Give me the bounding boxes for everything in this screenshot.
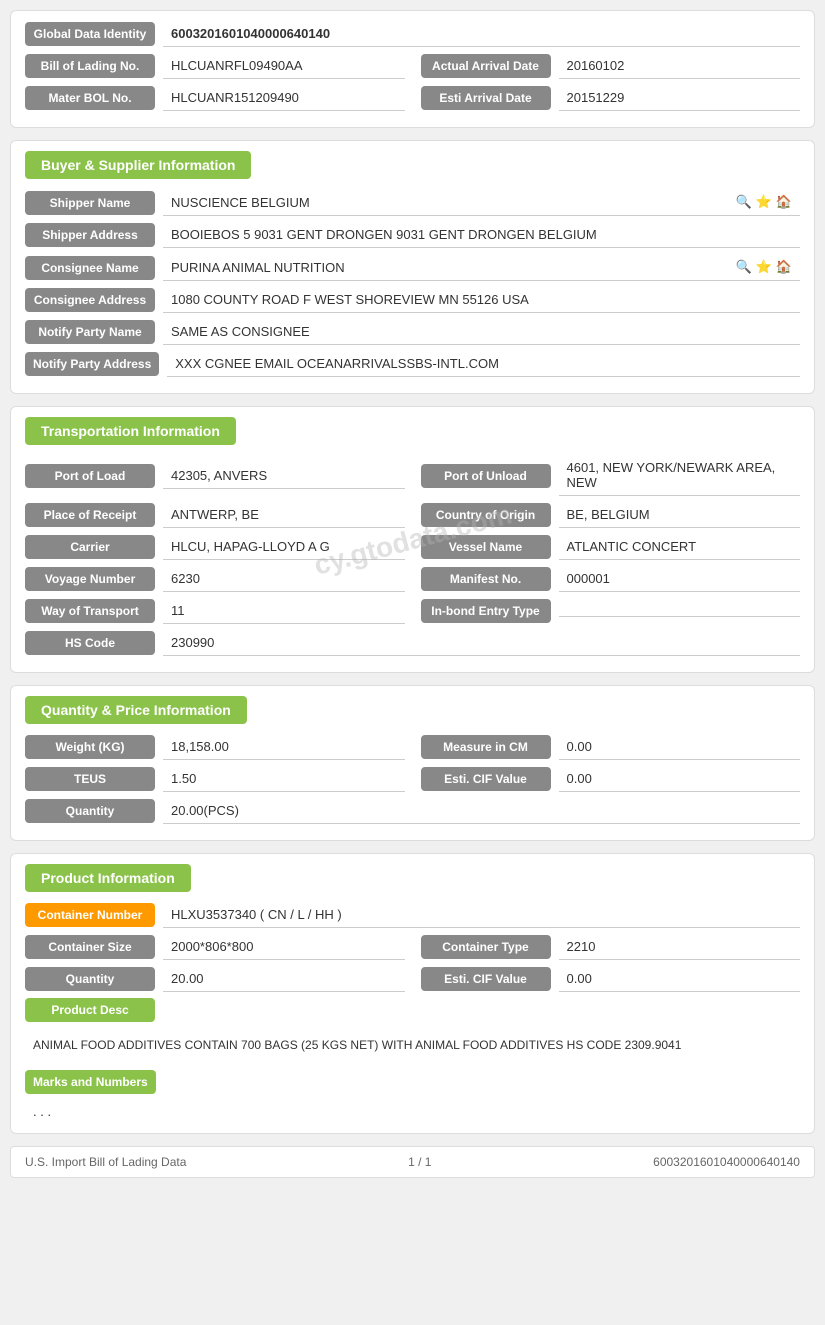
consignee-address-label: Consignee Address	[25, 288, 155, 312]
consignee-icons: 🔍 ⭐ 🏠	[735, 259, 792, 275]
bill-of-lading-label: Bill of Lading No.	[25, 54, 155, 78]
container-type-value: 2210	[559, 934, 801, 960]
footer-right: 6003201601040000640140	[653, 1155, 800, 1169]
marks-numbers-label: Marks and Numbers	[25, 1070, 156, 1094]
measure-label: Measure in CM	[421, 735, 551, 759]
country-of-origin-value: BE, BELGIUM	[559, 502, 801, 528]
country-of-origin-label: Country of Origin	[421, 503, 551, 527]
port-of-load-label: Port of Load	[25, 464, 155, 488]
container-type-label: Container Type	[421, 935, 551, 959]
global-data-identity-value: 6003201601040000640140	[163, 21, 800, 47]
consignee-name-label: Consignee Name	[25, 256, 155, 280]
home-icon[interactable]: 🏠	[776, 194, 792, 210]
notify-party-address-value: XXX CGNEE EMAIL OCEANARRIVALSSBS-INTL.CO…	[167, 351, 800, 377]
search-icon[interactable]: 🔍	[735, 194, 751, 210]
carrier-value: HLCU, HAPAG-LLOYD A G	[163, 534, 405, 560]
consignee-name-text: PURINA ANIMAL NUTRITION	[171, 260, 345, 275]
consignee-address-value: 1080 COUNTY ROAD F WEST SHOREVIEW MN 551…	[163, 287, 800, 313]
esti-cif-qp-label: Esti. CIF Value	[421, 767, 551, 791]
quantity-price-section: Quantity & Price Information	[25, 696, 247, 724]
container-size-value: 2000*806*800	[163, 934, 405, 960]
vessel-name-value: ATLANTIC CONCERT	[559, 534, 801, 560]
footer-left: U.S. Import Bill of Lading Data	[25, 1155, 186, 1169]
port-of-unload-label: Port of Unload	[421, 464, 551, 488]
teus-label: TEUS	[25, 767, 155, 791]
hs-code-value: 230990	[163, 630, 800, 656]
container-number-label: Container Number	[25, 903, 155, 927]
esti-arrival-label: Esti Arrival Date	[421, 86, 551, 110]
footer-center: 1 / 1	[408, 1155, 431, 1169]
buyer-supplier-section: Buyer & Supplier Information	[25, 151, 251, 179]
quantity-qp-value: 20.00(PCS)	[163, 798, 800, 824]
esti-cif-prod-label: Esti. CIF Value	[421, 967, 551, 991]
product-desc-label: Product Desc	[25, 998, 155, 1022]
consignee-name-value: PURINA ANIMAL NUTRITION 🔍 ⭐ 🏠	[163, 254, 800, 281]
place-of-receipt-label: Place of Receipt	[25, 503, 155, 527]
actual-arrival-date-label: Actual Arrival Date	[421, 54, 551, 78]
hs-code-label: HS Code	[25, 631, 155, 655]
shipper-name-text: NUSCIENCE BELGIUM	[171, 195, 310, 210]
consignee-home-icon[interactable]: 🏠	[776, 259, 792, 275]
voyage-number-label: Voyage Number	[25, 567, 155, 591]
notify-party-name-label: Notify Party Name	[25, 320, 155, 344]
quantity-prod-label: Quantity	[25, 967, 155, 991]
port-of-unload-value: 4601, NEW YORK/NEWARK AREA, NEW	[559, 455, 801, 496]
shipper-name-label: Shipper Name	[25, 191, 155, 215]
transportation-section: Transportation Information	[25, 417, 236, 445]
notify-party-address-label: Notify Party Address	[25, 352, 159, 376]
esti-arrival-value: 20151229	[559, 85, 801, 111]
global-data-identity-label: Global Data Identity	[25, 22, 155, 46]
container-size-label: Container Size	[25, 935, 155, 959]
voyage-number-value: 6230	[163, 566, 405, 592]
shipper-address-value: BOOIEBOS 5 9031 GENT DRONGEN 9031 GENT D…	[163, 222, 800, 248]
quantity-qp-label: Quantity	[25, 799, 155, 823]
master-bol-label: Mater BOL No.	[25, 86, 155, 110]
shipper-icons: 🔍 ⭐ 🏠	[735, 194, 792, 210]
way-of-transport-value: 11	[163, 598, 405, 624]
port-of-load-value: 42305, ANVERS	[163, 463, 405, 489]
in-bond-entry-label: In-bond Entry Type	[421, 599, 551, 623]
weight-label: Weight (KG)	[25, 735, 155, 759]
product-section: Product Information	[25, 864, 191, 892]
marks-value: . . .	[25, 1100, 800, 1123]
product-desc-value: ANIMAL FOOD ADDITIVES CONTAIN 700 BAGS (…	[25, 1028, 800, 1062]
manifest-no-value: 000001	[559, 566, 801, 592]
place-of-receipt-value: ANTWERP, BE	[163, 502, 405, 528]
way-of-transport-label: Way of Transport	[25, 599, 155, 623]
esti-cif-prod-value: 0.00	[559, 966, 801, 992]
consignee-star-icon[interactable]: ⭐	[756, 259, 772, 275]
consignee-search-icon[interactable]: 🔍	[735, 259, 751, 275]
carrier-label: Carrier	[25, 535, 155, 559]
teus-value: 1.50	[163, 766, 405, 792]
manifest-no-label: Manifest No.	[421, 567, 551, 591]
bill-of-lading-value: HLCUANRFL09490AA	[163, 53, 405, 79]
esti-cif-qp-value: 0.00	[559, 766, 801, 792]
measure-value: 0.00	[559, 734, 801, 760]
actual-arrival-date-value: 20160102	[559, 53, 801, 79]
container-number-value: HLXU3537340 ( CN / L / HH )	[163, 902, 800, 928]
weight-value: 18,158.00	[163, 734, 405, 760]
vessel-name-label: Vessel Name	[421, 535, 551, 559]
quantity-prod-value: 20.00	[163, 966, 405, 992]
shipper-address-label: Shipper Address	[25, 223, 155, 247]
star-icon[interactable]: ⭐	[756, 194, 772, 210]
notify-party-name-value: SAME AS CONSIGNEE	[163, 319, 800, 345]
shipper-name-value: NUSCIENCE BELGIUM 🔍 ⭐ 🏠	[163, 189, 800, 216]
in-bond-entry-value	[559, 606, 801, 617]
master-bol-value: HLCUANR151209490	[163, 85, 405, 111]
